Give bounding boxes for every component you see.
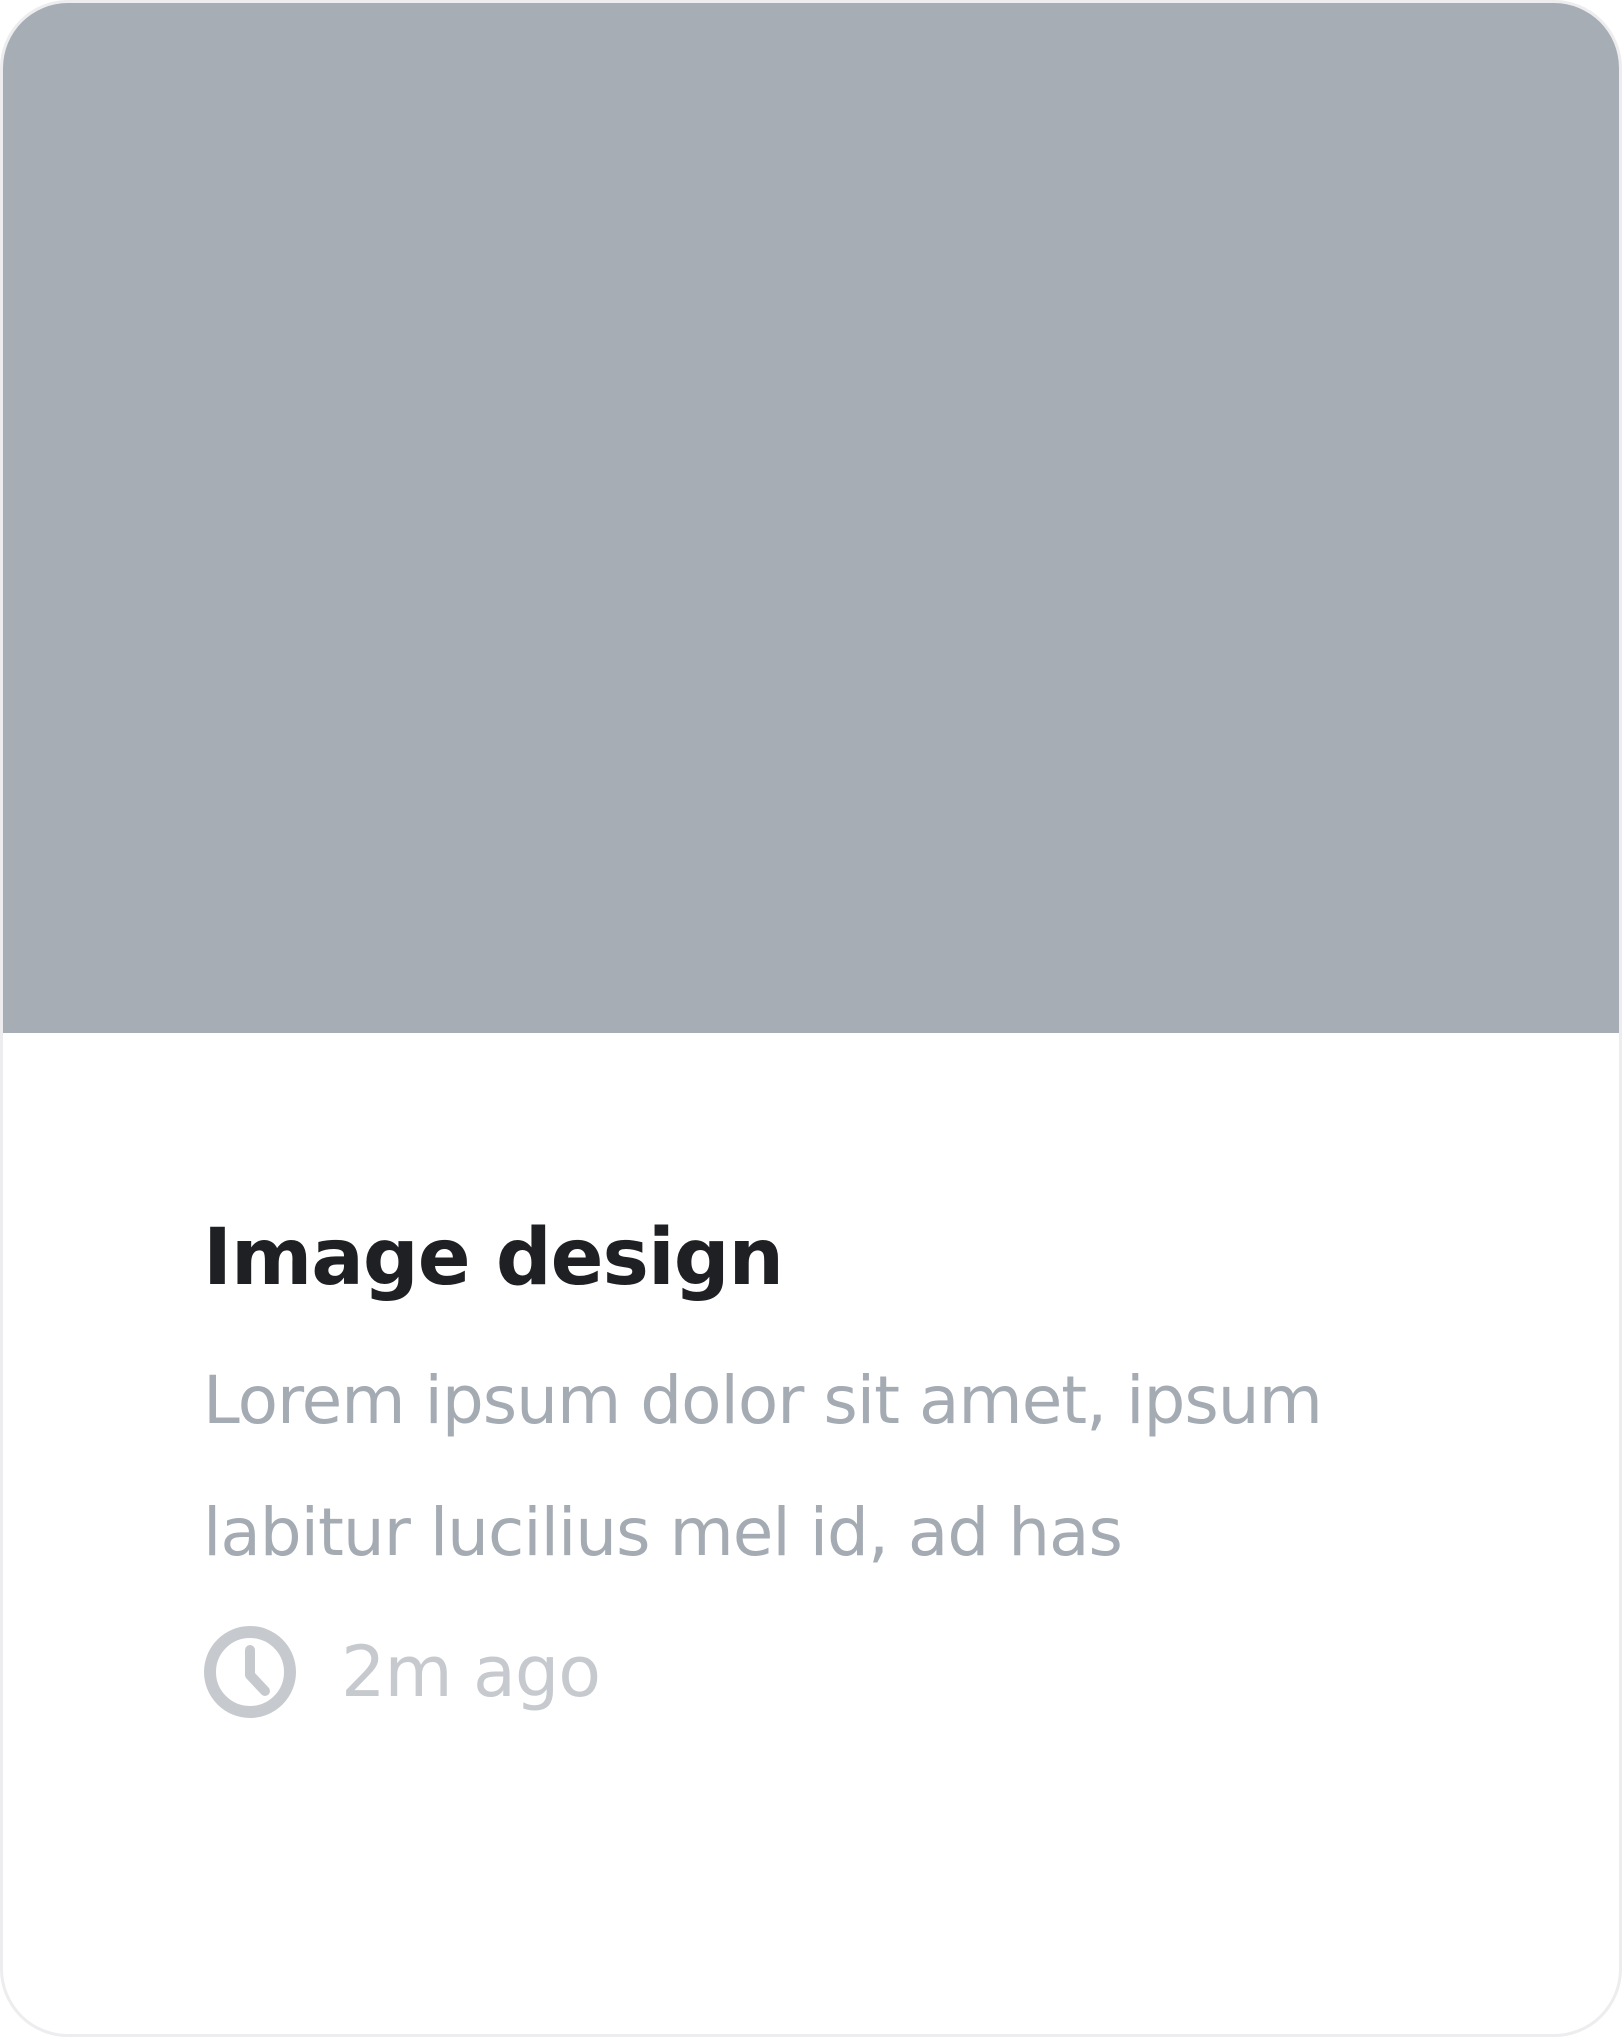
card-timestamp: 2m ago — [341, 1631, 601, 1713]
clock-icon — [203, 1625, 297, 1719]
content-card[interactable]: Image design Lorem ipsum dolor sit amet,… — [0, 0, 1622, 2037]
card-body: Image design Lorem ipsum dolor sit amet,… — [203, 1203, 1463, 1727]
card-image-placeholder — [3, 3, 1619, 1033]
card-description: Lorem ipsum dolor sit amet, ipsum labitu… — [203, 1362, 1323, 1571]
card-title: Image design — [203, 1213, 784, 1303]
card-meta: 2m ago — [203, 1617, 1463, 1727]
